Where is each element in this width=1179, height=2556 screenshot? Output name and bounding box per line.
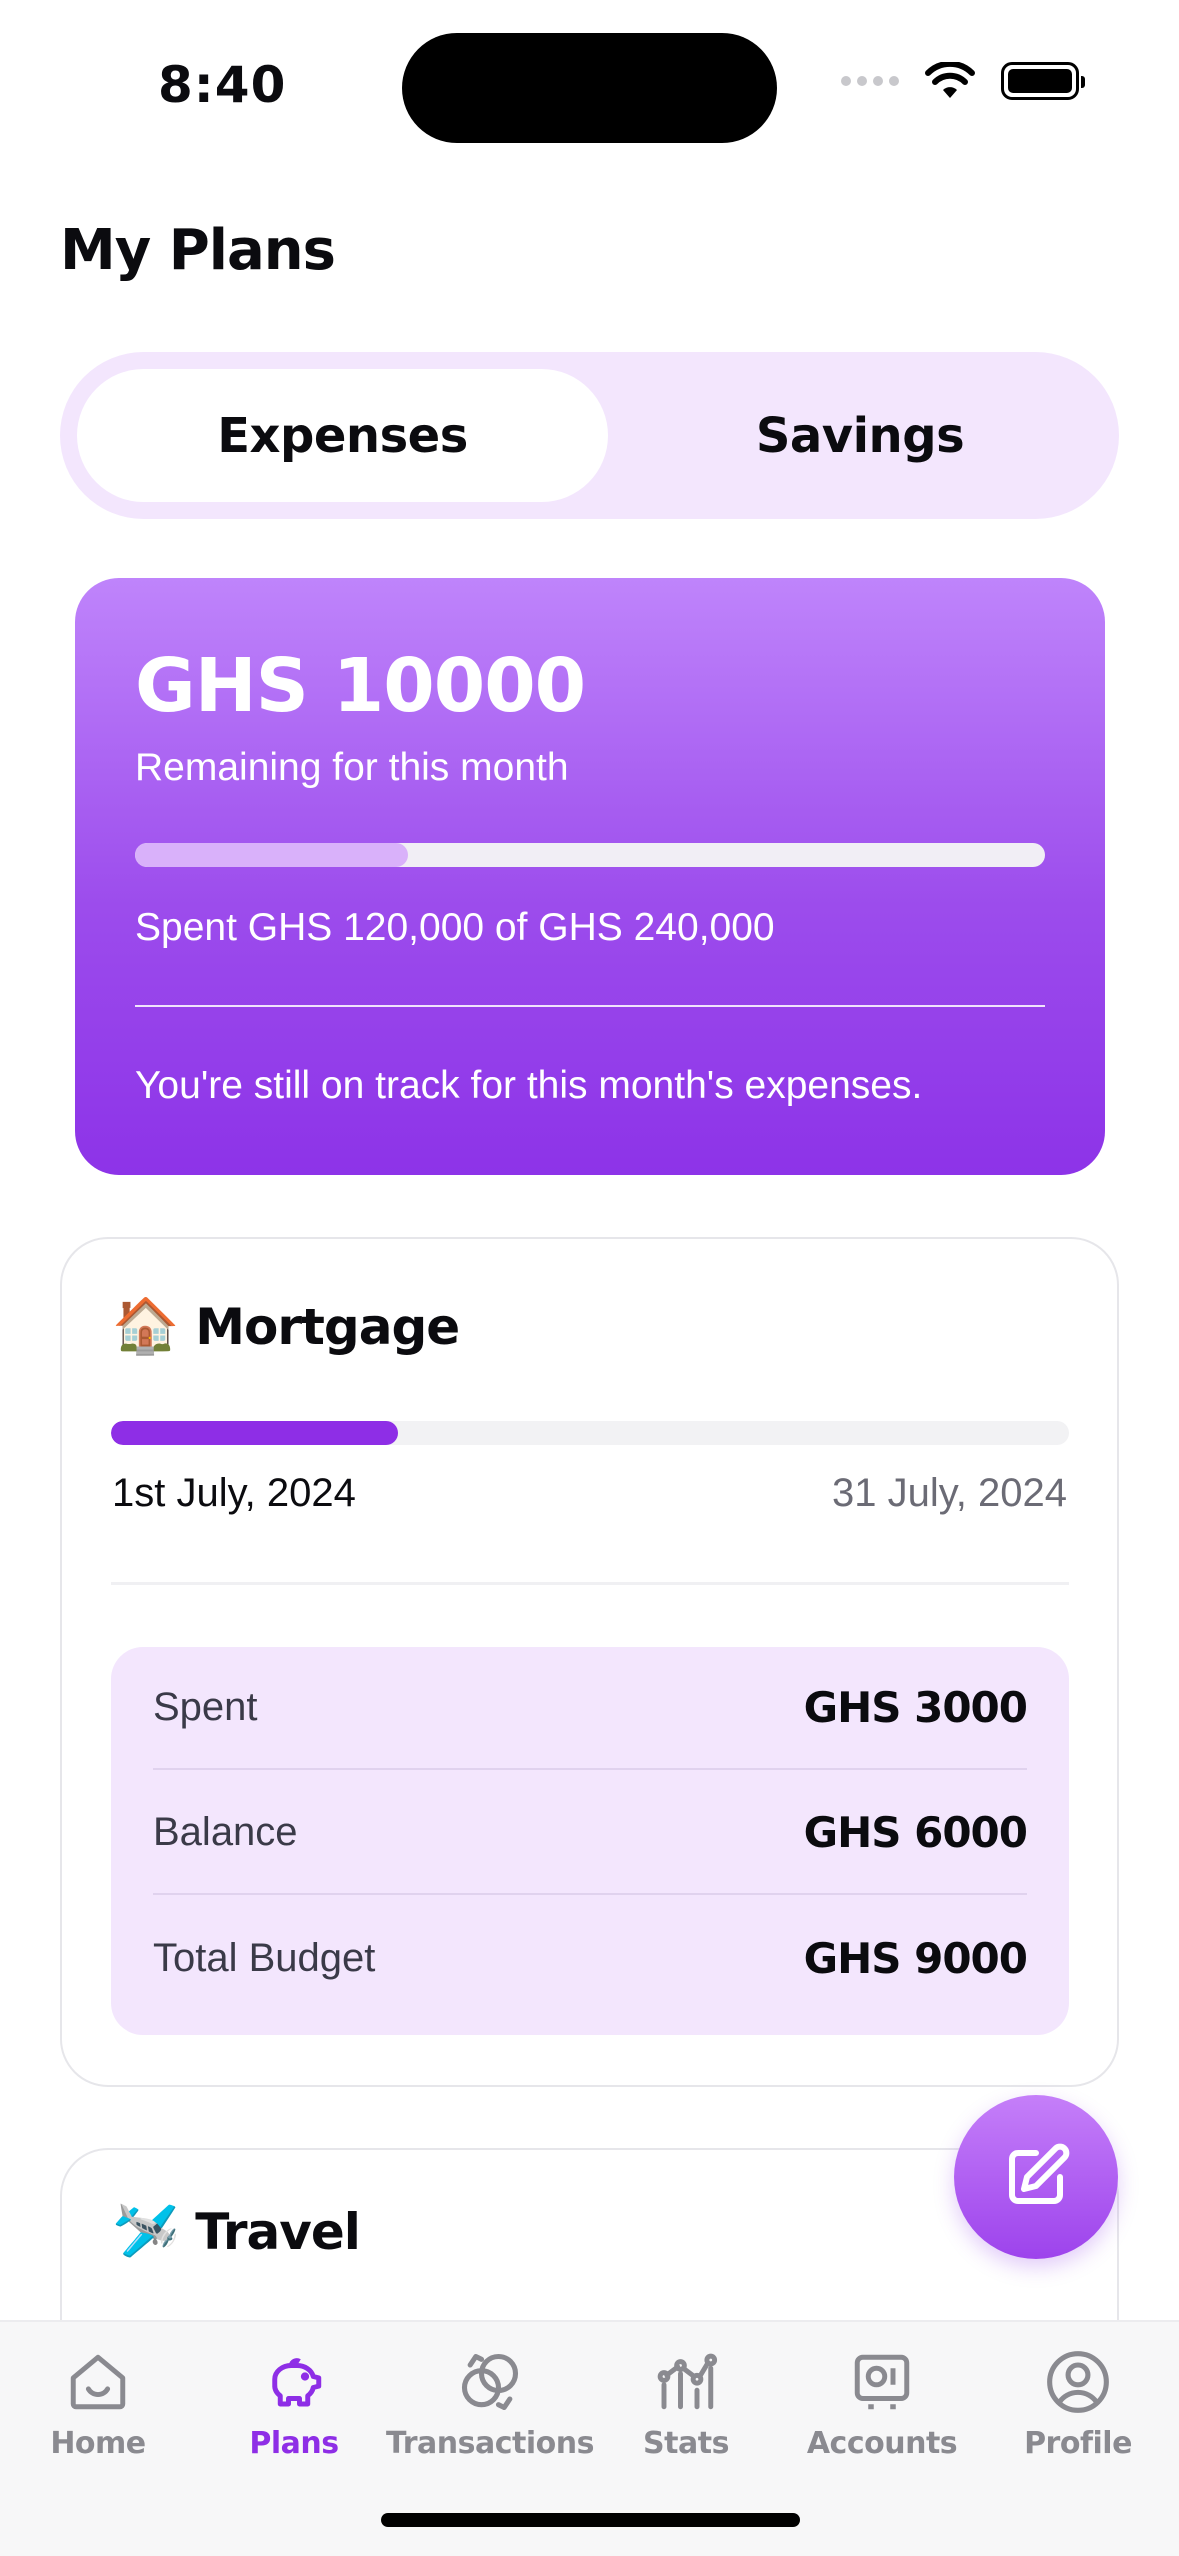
home-indicator xyxy=(381,2513,800,2527)
plan-title: 🏠 Mortgage xyxy=(112,1295,460,1358)
stats-icon xyxy=(657,2353,718,2410)
home-icon xyxy=(70,2354,126,2410)
house-icon: 🏠 xyxy=(112,1296,180,1356)
plan-name: Travel xyxy=(195,2202,361,2261)
tab-label: Plans xyxy=(249,2426,339,2461)
wifi-icon xyxy=(925,62,975,98)
plan-card-mortgage[interactable]: 🏠 Mortgage 1st July, 2024 31 July, 2024 … xyxy=(60,1237,1119,2087)
tab-expenses[interactable]: Expenses xyxy=(77,369,608,502)
tab-profile[interactable]: Profile xyxy=(980,2344,1176,2461)
accounts-icon xyxy=(854,2354,910,2410)
airplane-icon: 🛩️ xyxy=(112,2201,180,2261)
monthly-summary-card: GHS 10000 Remaining for this month Spent… xyxy=(75,578,1105,1175)
edit-plan-button[interactable] xyxy=(954,2095,1118,2259)
breakdown-row-total-budget: Total Budget GHS 9000 xyxy=(153,1897,1028,2020)
battery-icon xyxy=(1001,62,1085,100)
plan-progress-fill xyxy=(111,1421,399,1445)
monthly-progress-fill xyxy=(135,843,408,867)
row-label: Total Budget xyxy=(153,1936,376,1980)
tab-label: Accounts xyxy=(806,2426,958,2461)
plan-end-date: 31 July, 2024 xyxy=(832,1471,1067,1515)
tab-accounts[interactable]: Accounts xyxy=(784,2344,980,2461)
plan-type-segmented-control: Expenses Savings xyxy=(60,352,1119,519)
remaining-label: Remaining for this month xyxy=(135,746,569,789)
tab-stats[interactable]: Stats xyxy=(588,2344,784,2461)
profile-icon xyxy=(1047,2351,1109,2413)
plan-title: 🛩️ Travel xyxy=(112,2200,361,2263)
row-label: Balance xyxy=(153,1810,298,1854)
monthly-progress-bar xyxy=(135,843,1045,867)
breakdown-row-spent: Spent GHS 3000 xyxy=(153,1647,1028,1770)
row-label: Spent xyxy=(153,1685,258,1729)
summary-divider xyxy=(135,1005,1045,1007)
tab-label: Stats xyxy=(643,2426,729,2461)
plan-start-date: 1st July, 2024 xyxy=(112,1471,356,1515)
tab-label: Transactions xyxy=(386,2426,594,2461)
tab-label: Home xyxy=(50,2426,146,2461)
page-title: My Plans xyxy=(60,218,336,283)
plan-divider xyxy=(111,1582,1069,1585)
edit-icon xyxy=(1009,2143,1070,2204)
tab-label: Profile xyxy=(1024,2426,1132,2461)
plan-progress-bar xyxy=(111,1421,1069,1445)
track-status: You're still on track for this month's e… xyxy=(135,1064,923,1107)
tab-savings[interactable]: Savings xyxy=(618,369,1102,502)
row-value: GHS 6000 xyxy=(803,1808,1028,1857)
plan-name: Mortgage xyxy=(195,1297,460,1356)
row-value: GHS 3000 xyxy=(803,1683,1028,1732)
row-value: GHS 9000 xyxy=(803,1934,1028,1983)
piggy-bank-icon xyxy=(272,2358,322,2407)
status-icons xyxy=(841,62,1085,100)
tab-home[interactable]: Home xyxy=(0,2344,196,2461)
status-time: 8:40 xyxy=(158,56,287,114)
remaining-amount: GHS 10000 xyxy=(135,643,586,729)
plan-breakdown: Spent GHS 3000 Balance GHS 6000 Total Bu… xyxy=(111,1647,1069,2035)
tab-plans[interactable]: Plans xyxy=(196,2344,392,2461)
spent-summary: Spent GHS 120,000 of GHS 240,000 xyxy=(135,906,775,949)
breakdown-row-balance: Balance GHS 6000 xyxy=(153,1772,1028,1895)
transactions-icon xyxy=(461,2353,519,2411)
dynamic-island xyxy=(402,33,777,143)
cellular-signal-icon xyxy=(841,76,899,86)
tab-transactions[interactable]: Transactions xyxy=(386,2344,594,2461)
